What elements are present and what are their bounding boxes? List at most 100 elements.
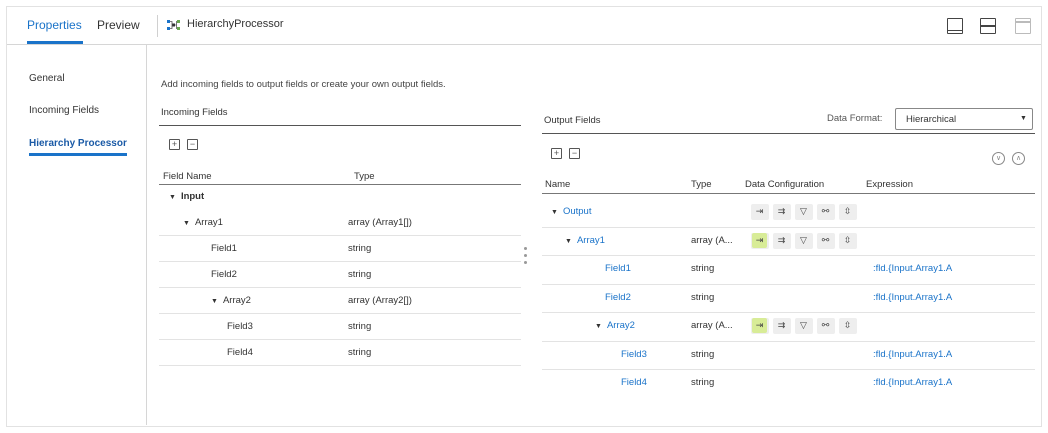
output-field-name[interactable]: Field3	[621, 349, 647, 360]
input-config-icon[interactable]: ⇥	[752, 233, 767, 248]
collapse-all-icon[interactable]: −	[187, 139, 198, 150]
move-down-icon[interactable]: ∨	[992, 152, 1005, 165]
sidebar-item-hierarchy-processor[interactable]: Hierarchy Processor	[29, 138, 127, 149]
output-col-expression: Expression	[866, 179, 913, 190]
hierarchy-icon[interactable]: ⚯	[818, 204, 833, 219]
output-field-name-text[interactable]: Field3	[621, 349, 647, 360]
row-divider	[159, 339, 521, 340]
layout-top-icon[interactable]	[1015, 18, 1031, 34]
output-field-name[interactable]: Field4	[621, 377, 647, 388]
field-name: Field2	[211, 269, 237, 280]
field-name-text: Field3	[227, 321, 253, 332]
incoming-col-type: Type	[354, 171, 375, 182]
output-field-name-text[interactable]: Array1	[577, 235, 605, 246]
row-divider	[159, 365, 521, 366]
output-field-type: array (A...	[691, 235, 733, 246]
sort-icon[interactable]: ⇳	[840, 318, 855, 333]
sidebar-item-general[interactable]: General	[29, 73, 65, 84]
output-field-type: string	[691, 292, 715, 303]
output-field-name[interactable]: Field1	[605, 263, 631, 274]
row-divider	[542, 284, 1035, 285]
output-col-rule	[542, 193, 1035, 194]
row-divider	[542, 369, 1035, 370]
field-name-text: Array2	[222, 295, 251, 306]
output-config-icon[interactable]: ⇉	[774, 318, 789, 333]
active-nav-indicator	[29, 153, 127, 156]
sort-icon[interactable]: ⇳	[840, 233, 855, 248]
expression-link[interactable]: :fld.{Input.Array1.A	[873, 263, 952, 274]
field-name-text: Field1	[211, 243, 237, 254]
input-config-icon[interactable]: ⇥	[752, 204, 767, 219]
field-name-text: Array1	[194, 217, 223, 228]
expand-triangle-icon[interactable]: ▼	[595, 323, 602, 330]
expression-link[interactable]: :fld.{Input.Array1.A	[873, 377, 952, 388]
field-name: Field3	[227, 321, 253, 332]
output-field-name[interactable]: Field2	[605, 292, 631, 303]
filter-icon[interactable]: ▽	[796, 233, 811, 248]
input-config-icon[interactable]: ⇥	[752, 318, 767, 333]
expand-triangle-icon[interactable]: ▼	[565, 238, 572, 245]
expand-triangle-icon[interactable]: ▼	[169, 194, 176, 201]
output-field-name-text[interactable]: Output	[563, 206, 592, 217]
hierarchy-processor-icon	[167, 20, 180, 30]
output-field-name[interactable]: ▼ Output	[551, 206, 591, 217]
field-type: string	[348, 321, 372, 332]
expression-link[interactable]: :fld.{Input.Array1.A	[873, 349, 952, 360]
output-config-icon[interactable]: ⇉	[774, 204, 789, 219]
row-divider	[542, 341, 1035, 342]
output-field-type: array (A...	[691, 320, 733, 331]
field-type: string	[348, 269, 372, 280]
incoming-fields-title: Incoming Fields	[161, 107, 228, 118]
output-field-type: string	[691, 349, 715, 360]
collapse-all-icon[interactable]: −	[569, 148, 580, 159]
hierarchy-icon[interactable]: ⚯	[818, 233, 833, 248]
sort-icon[interactable]: ⇳	[840, 204, 855, 219]
top-bar: Properties Preview HierarchyProcessor	[7, 7, 1041, 45]
field-type: string	[348, 243, 372, 254]
layout-bottom-icon[interactable]	[947, 18, 963, 34]
filter-icon[interactable]: ▽	[796, 204, 811, 219]
sidebar-item-incoming-fields[interactable]: Incoming Fields	[29, 105, 99, 116]
output-field-name-text[interactable]: Field2	[605, 292, 631, 303]
expand-all-icon[interactable]: +	[169, 139, 180, 150]
output-field-name-text[interactable]: Field1	[605, 263, 631, 274]
move-up-icon[interactable]: ∧	[1012, 152, 1025, 165]
output-header-rule	[542, 133, 1035, 134]
field-name: Field4	[227, 347, 253, 358]
output-config-icon[interactable]: ⇉	[774, 233, 789, 248]
expand-all-icon[interactable]: +	[551, 148, 562, 159]
filter-icon[interactable]: ▽	[796, 318, 811, 333]
expand-triangle-icon[interactable]: ▼	[183, 220, 190, 227]
output-field-name-text[interactable]: Array2	[607, 320, 635, 331]
output-field-name-text[interactable]: Field4	[621, 377, 647, 388]
output-col-data-configuration: Data Configuration	[745, 179, 825, 190]
data-format-label: Data Format:	[827, 113, 883, 124]
expand-triangle-icon[interactable]: ▼	[211, 298, 218, 305]
field-name-text: Field4	[227, 347, 253, 358]
output-field-type: string	[691, 263, 715, 274]
row-divider	[159, 313, 521, 314]
field-type: array (Array1[])	[348, 217, 412, 228]
panel-resize-handle[interactable]	[524, 247, 528, 271]
row-divider	[159, 235, 521, 236]
row-divider	[159, 287, 521, 288]
hierarchy-icon[interactable]: ⚯	[818, 318, 833, 333]
output-field-name[interactable]: ▼ Array2	[595, 320, 635, 331]
output-field-name[interactable]: ▼ Array1	[565, 235, 605, 246]
layout-split-icon[interactable]	[980, 18, 996, 34]
row-divider	[542, 255, 1035, 256]
row-divider	[159, 261, 521, 262]
properties-panel: Properties Preview HierarchyProcessor Ge…	[6, 6, 1042, 427]
expand-triangle-icon[interactable]: ▼	[551, 209, 558, 216]
output-col-type: Type	[691, 179, 712, 190]
data-format-select[interactable]: Hierarchical	[895, 108, 1033, 130]
row-divider	[542, 312, 1035, 313]
expression-link[interactable]: :fld.{Input.Array1.A	[873, 292, 952, 303]
field-type: array (Array2[])	[348, 295, 412, 306]
tab-properties[interactable]: Properties	[27, 18, 82, 32]
incoming-col-field-name: Field Name	[163, 171, 212, 182]
tab-preview[interactable]: Preview	[97, 18, 140, 32]
active-tab-indicator	[27, 41, 83, 44]
sidebar-nav: General Incoming Fields Hierarchy Proces…	[7, 45, 147, 425]
field-name: Field1	[211, 243, 237, 254]
